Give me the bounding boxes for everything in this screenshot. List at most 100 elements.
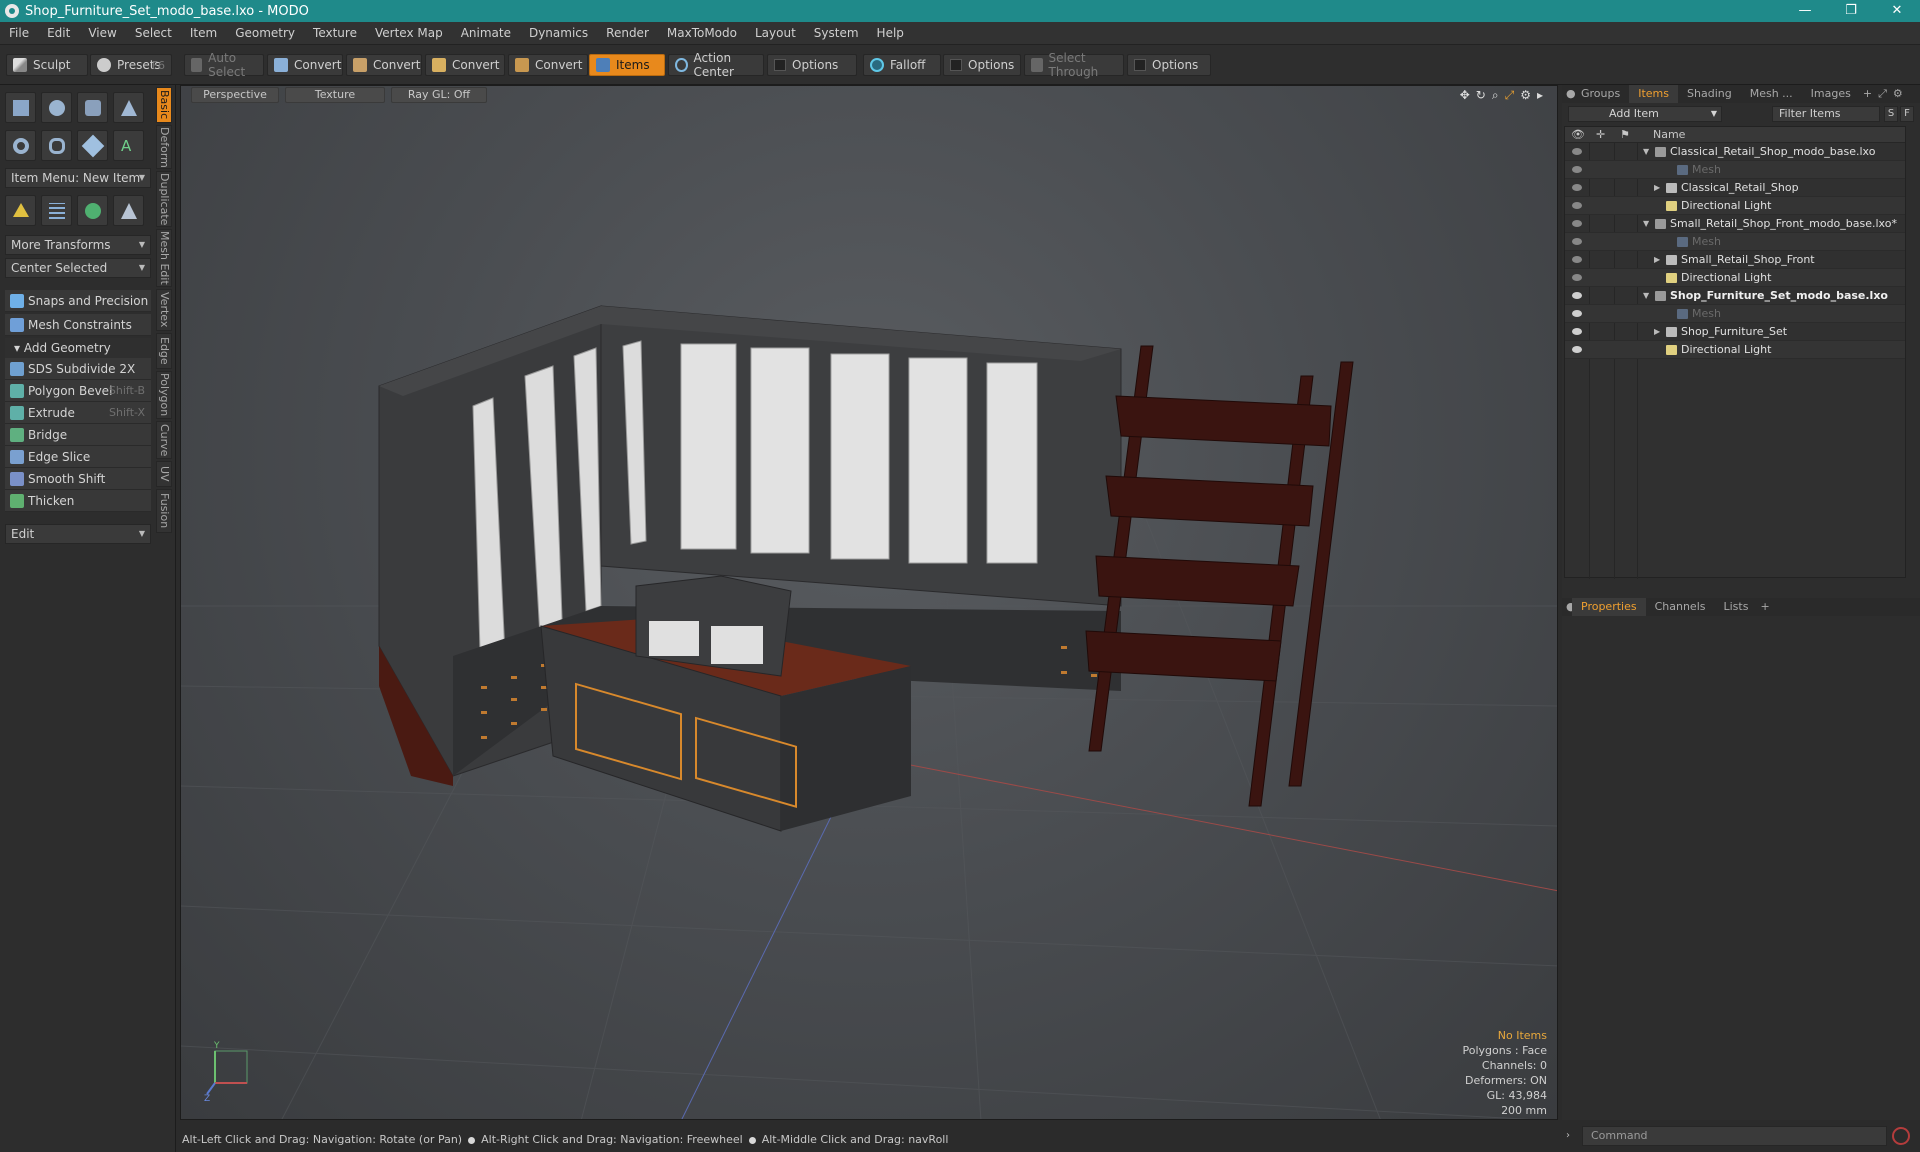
- filter-items-input[interactable]: Filter Items: [1772, 106, 1880, 122]
- tree-row[interactable]: ▶ Shop_Furniture_Set: [1565, 323, 1905, 341]
- polygon-bevel-button[interactable]: Polygon Bevel Shift-B: [5, 380, 151, 402]
- visibility-column-icon[interactable]: 👁: [1571, 128, 1585, 141]
- expand-arrow-icon[interactable]: ▶: [1654, 323, 1660, 341]
- tab-fusion[interactable]: Fusion: [156, 489, 172, 533]
- tab-polygon[interactable]: Polygon: [156, 371, 172, 419]
- add-tab-icon[interactable]: +: [1757, 598, 1772, 616]
- maximize-button[interactable]: ❐: [1828, 0, 1874, 22]
- tube-button[interactable]: [41, 130, 72, 161]
- menu-layout[interactable]: Layout: [746, 22, 805, 45]
- visibility-eye-icon[interactable]: [1572, 256, 1582, 263]
- view-perspective-button[interactable]: Perspective: [191, 87, 279, 103]
- tree-row[interactable]: ▼ Small_Retail_Shop_Front_modo_base.lxo*: [1565, 215, 1905, 233]
- tab-basic[interactable]: Basic: [156, 87, 172, 123]
- tree-row[interactable]: Directional Light: [1565, 341, 1905, 359]
- zoom-icon[interactable]: ⌕: [1492, 88, 1499, 103]
- cone-button[interactable]: [113, 92, 144, 123]
- tab-shading[interactable]: Shading: [1678, 85, 1741, 103]
- tab-duplicate[interactable]: Duplicate: [156, 171, 172, 227]
- select-through-button[interactable]: Select Through: [1024, 51, 1124, 79]
- tree-row[interactable]: Mesh: [1565, 161, 1905, 179]
- maximize-viewport-icon[interactable]: ⤢: [1505, 88, 1515, 103]
- select-through-options-button[interactable]: Options: [1127, 54, 1211, 76]
- visibility-eye-icon[interactable]: [1572, 310, 1582, 317]
- tab-mesh[interactable]: Mesh ...: [1741, 85, 1802, 103]
- command-input[interactable]: Command: [1582, 1126, 1887, 1146]
- visibility-eye-icon[interactable]: [1572, 346, 1582, 353]
- tree-row[interactable]: Mesh: [1565, 305, 1905, 323]
- tree-row[interactable]: Directional Light: [1565, 197, 1905, 215]
- visibility-eye-icon[interactable]: [1572, 238, 1582, 245]
- snaps-precision-button[interactable]: Snaps and Precision: [5, 290, 151, 312]
- expand-arrow-icon[interactable]: ▶: [1654, 251, 1660, 269]
- tab-properties[interactable]: Properties: [1572, 598, 1646, 616]
- globe-button[interactable]: [77, 195, 108, 226]
- menu-texture[interactable]: Texture: [304, 22, 366, 45]
- tree-row[interactable]: ▼ Shop_Furniture_Set_modo_base.lxo: [1565, 287, 1905, 305]
- add-item-dropdown[interactable]: Add Item: [1568, 106, 1722, 122]
- visibility-eye-icon[interactable]: [1572, 166, 1582, 173]
- center-selected-dropdown[interactable]: Center Selected: [5, 258, 151, 278]
- visibility-eye-icon[interactable]: [1572, 220, 1582, 227]
- bridge-button[interactable]: Bridge: [5, 424, 151, 446]
- menu-geometry[interactable]: Geometry: [226, 22, 304, 45]
- convert-materials-button[interactable]: Convert: [508, 54, 588, 76]
- panel-menu-icon[interactable]: ●: [1562, 85, 1576, 103]
- menu-maxtomodo[interactable]: MaxToModo: [658, 22, 746, 45]
- pyramid-button[interactable]: [113, 195, 144, 226]
- menu-vertex-map[interactable]: Vertex Map: [366, 22, 452, 45]
- sphere-button[interactable]: [41, 92, 72, 123]
- tab-groups[interactable]: Groups: [1572, 85, 1629, 103]
- panel-settings-icon[interactable]: ⚙: [1890, 85, 1906, 103]
- items-mode-button[interactable]: Items: [589, 54, 665, 76]
- command-history-icon[interactable]: [1892, 1127, 1910, 1145]
- menu-edit[interactable]: Edit: [38, 22, 79, 45]
- sds-subdivide-button[interactable]: SDS Subdivide 2X: [5, 358, 151, 380]
- tab-vertex[interactable]: Vertex: [156, 289, 172, 331]
- edge-slice-button[interactable]: Edge Slice: [5, 446, 151, 468]
- viewport-menu-icon[interactable]: ▸: [1537, 88, 1543, 103]
- 3d-viewport[interactable]: Y Z Perspective Texture Ray GL: Off ✥ ↻ …: [180, 85, 1558, 1120]
- viewport-settings-icon[interactable]: ⚙: [1520, 88, 1531, 103]
- tab-lists[interactable]: Lists: [1715, 598, 1758, 616]
- filter-s-button[interactable]: S: [1884, 106, 1898, 122]
- menu-dynamics[interactable]: Dynamics: [520, 22, 597, 45]
- tree-row[interactable]: Mesh: [1565, 233, 1905, 251]
- menu-item[interactable]: Item: [181, 22, 226, 45]
- menu-view[interactable]: View: [79, 22, 125, 45]
- collapse-arrow-icon[interactable]: ▼: [1643, 143, 1649, 161]
- convert-polygons-button[interactable]: Convert: [425, 54, 505, 76]
- convert-edges-button[interactable]: Convert: [346, 54, 422, 76]
- tab-curve[interactable]: Curve: [156, 421, 172, 459]
- options-checkbox[interactable]: [950, 59, 962, 71]
- presets-button[interactable]: Presets F6: [90, 54, 172, 76]
- panel-menu-icon[interactable]: ●: [1562, 598, 1576, 616]
- pan-icon[interactable]: ✥: [1460, 88, 1470, 103]
- grid-button[interactable]: [41, 195, 72, 226]
- shading-texture-button[interactable]: Texture: [285, 87, 385, 103]
- tree-row[interactable]: ▶ Small_Retail_Shop_Front: [1565, 251, 1905, 269]
- name-column-header[interactable]: Name: [1653, 128, 1685, 141]
- tree-row[interactable]: Directional Light: [1565, 269, 1905, 287]
- mesh-constraints-button[interactable]: Mesh Constraints: [5, 314, 151, 336]
- collapse-arrow-icon[interactable]: ▼: [1643, 287, 1649, 305]
- torus-button[interactable]: [5, 130, 36, 161]
- tab-edge[interactable]: Edge: [156, 333, 172, 369]
- add-geometry-header[interactable]: ▾ Add Geometry: [5, 338, 151, 358]
- options-checkbox[interactable]: [1134, 59, 1146, 71]
- visibility-eye-icon[interactable]: [1572, 274, 1582, 281]
- type-column-icon[interactable]: ⚑: [1620, 128, 1630, 141]
- transform-button[interactable]: [5, 195, 36, 226]
- auto-select-button[interactable]: Auto Select: [184, 51, 264, 79]
- command-expand-icon[interactable]: ›: [1566, 1130, 1570, 1141]
- visibility-eye-icon[interactable]: [1572, 328, 1582, 335]
- menu-help[interactable]: Help: [868, 22, 913, 45]
- tab-items[interactable]: Items: [1629, 85, 1679, 103]
- tab-mesh-edit[interactable]: Mesh Edit: [156, 229, 172, 287]
- menu-render[interactable]: Render: [597, 22, 658, 45]
- text-button[interactable]: A: [113, 130, 144, 161]
- pen-button[interactable]: [77, 130, 108, 161]
- expand-arrow-icon[interactable]: ▶: [1654, 179, 1660, 197]
- options-checkbox[interactable]: [774, 59, 786, 71]
- tab-uv[interactable]: UV: [156, 461, 172, 487]
